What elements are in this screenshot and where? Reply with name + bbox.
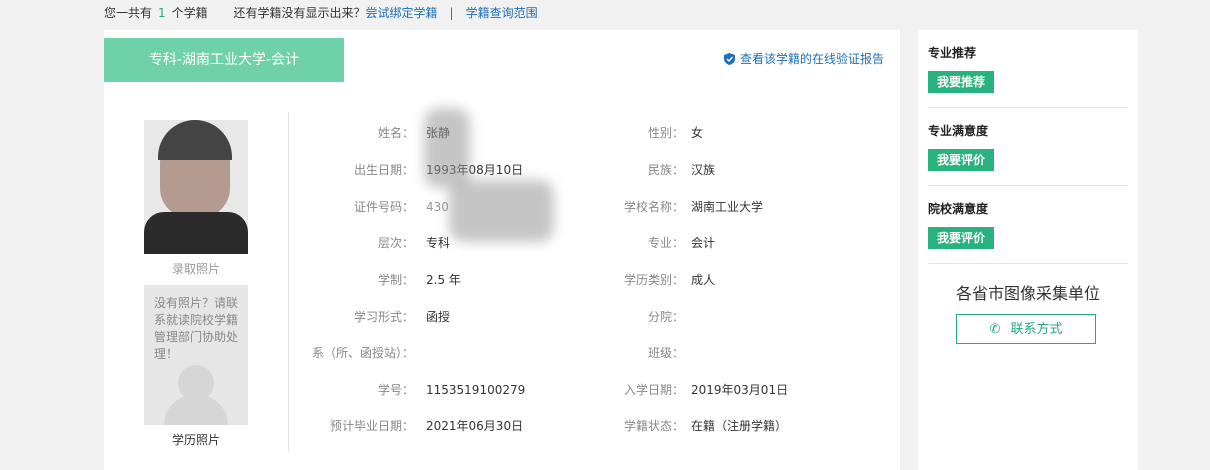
grad-date-label: 预计毕业日期： [329, 419, 414, 433]
sidebar-divider [928, 185, 1128, 186]
row-study-form: 学习形式： 函授 分院： [104, 307, 900, 327]
enroll-date-value: 2019年03月01日 [691, 383, 789, 397]
link-separator: | [449, 6, 454, 20]
school-satisfaction-section: 院校满意度 我要评价 [928, 200, 1128, 249]
count-prefix: 您一共有 [104, 6, 153, 20]
contact-button[interactable]: ✆ 联系方式 [956, 314, 1096, 344]
status-label: 学籍状态： [623, 419, 684, 433]
study-form-label: 学习形式： [353, 310, 414, 324]
privacy-mosaic [449, 180, 554, 242]
recommend-button[interactable]: 我要推荐 [928, 71, 995, 93]
top-info-bar: 您一共有 1 个学籍 还有学籍没有显示出来？尝试绑定学籍 | 学籍查询范围 [104, 4, 538, 22]
student-no-label: 学号： [377, 383, 414, 397]
major-satisfaction-section: 专业满意度 我要评价 [928, 122, 1128, 171]
row-grad-date: 预计毕业日期： 2021年06月30日 学籍状态： 在籍（注册学籍） [104, 416, 900, 436]
phone-icon: ✆ [989, 322, 1001, 337]
major-label: 专业： [647, 236, 684, 250]
major-recommend-section: 专业推荐 我要推荐 [928, 44, 1128, 93]
query-scope-link[interactable]: 学籍查询范围 [466, 6, 538, 20]
gender-label: 性别： [647, 126, 684, 140]
student-no-value: 1153519100279 [426, 383, 526, 397]
row-department: 系（所、函授站）： 班级： [104, 343, 900, 363]
id-label: 证件号码： [353, 200, 414, 214]
edu-type-value: 成人 [691, 273, 716, 287]
major-recommend-title: 专业推荐 [928, 46, 977, 60]
count-suffix: 个学籍 [171, 6, 208, 20]
right-sidebar: 专业推荐 我要推荐 专业满意度 我要评价 院校满意度 我要评价 各省市图像采集单… [918, 30, 1138, 470]
level-value: 专科 [426, 236, 451, 250]
status-value: 在籍（注册学籍） [691, 419, 788, 433]
major-satisfaction-title: 专业满意度 [928, 124, 989, 138]
school-label: 学校名称： [623, 200, 684, 214]
name-label: 姓名： [377, 126, 414, 140]
bind-record-link[interactable]: 尝试绑定学籍 [366, 6, 438, 20]
major-value: 会计 [691, 236, 716, 250]
branch-label: 分院： [647, 310, 684, 324]
ethnicity-label: 民族： [647, 163, 684, 177]
row-birth: 出生日期： 1993年08月10日 民族： 汉族 [104, 160, 900, 180]
contact-label: 联系方式 [1010, 322, 1063, 337]
sidebar-divider [928, 263, 1128, 264]
rate-school-button[interactable]: 我要评价 [928, 227, 995, 249]
missing-question: 还有学籍没有显示出来？ [233, 6, 366, 20]
verify-report-link[interactable]: 查看该学籍的在线验证报告 [723, 50, 884, 67]
edu-type-label: 学历类别： [623, 273, 684, 287]
row-name: 姓名： 张静 性别： 女 [104, 123, 900, 143]
record-count: 1 [158, 6, 166, 20]
privacy-mosaic [424, 108, 470, 188]
ethnicity-value: 汉族 [691, 163, 716, 177]
level-label: 层次： [377, 236, 414, 250]
school-value: 湖南工业大学 [691, 200, 764, 214]
shield-icon [723, 52, 735, 65]
gender-value: 女 [691, 126, 704, 140]
duration-label: 学制： [377, 273, 414, 287]
rate-major-button[interactable]: 我要评价 [928, 149, 995, 171]
id-value: 430 [426, 200, 449, 214]
birth-label: 出生日期： [353, 163, 414, 177]
record-tab[interactable]: 专科-湖南工业大学-会计 [104, 38, 344, 82]
class-label: 班级： [647, 346, 684, 360]
department-label: 系（所、函授站）： [311, 346, 414, 360]
image-collection-title: 各省市图像采集单位 [955, 284, 1100, 303]
record-card: 专科-湖南工业大学-会计 查看该学籍的在线验证报告 录取照片 没有照片？请联系就… [104, 30, 900, 470]
row-duration: 学制： 2.5 年 学历类别： 成人 [104, 270, 900, 290]
verify-report-label: 查看该学籍的在线验证报告 [739, 52, 884, 66]
duration-value: 2.5 年 [426, 273, 461, 287]
school-satisfaction-title: 院校满意度 [928, 202, 989, 216]
grad-date-value: 2021年06月30日 [426, 419, 524, 433]
sidebar-divider [928, 107, 1128, 108]
study-form-value: 函授 [426, 310, 451, 324]
row-student-no: 学号： 1153519100279 入学日期： 2019年03月01日 [104, 380, 900, 400]
enroll-date-label: 入学日期： [623, 383, 684, 397]
